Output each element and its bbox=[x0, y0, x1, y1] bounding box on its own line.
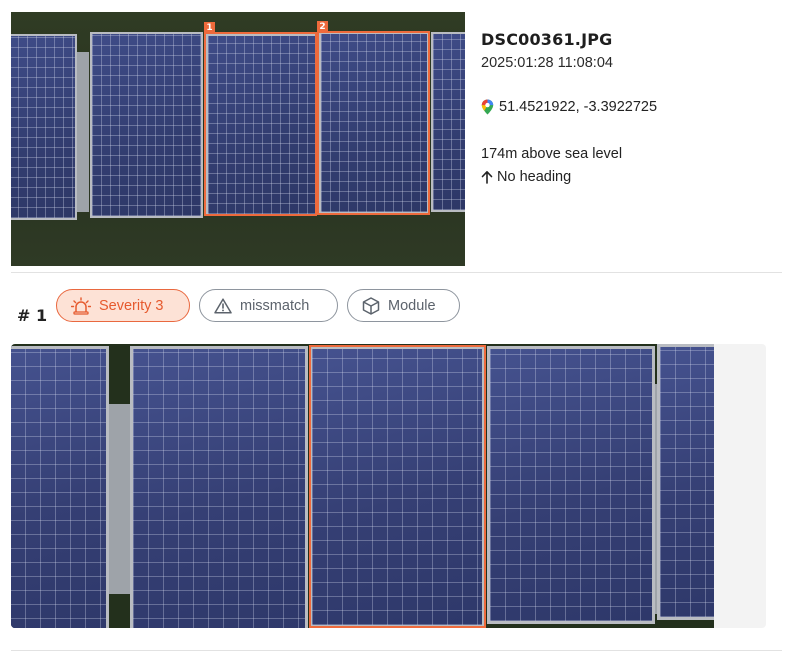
image-metadata: DSC00361.JPG 2025:01:28 11:08:04 51.4521… bbox=[481, 30, 781, 185]
category-label: Module bbox=[388, 297, 436, 314]
location-row[interactable]: 51.4521922, -3.3922725 bbox=[481, 99, 657, 115]
warning-triangle-icon bbox=[214, 297, 232, 314]
detection-box-label: 1 bbox=[204, 22, 215, 34]
map-pin-icon bbox=[481, 99, 494, 115]
coordinates-text: 51.4521922, -3.3922725 bbox=[499, 99, 658, 115]
solar-panel bbox=[130, 346, 308, 628]
cube-icon bbox=[362, 296, 380, 315]
severity-chip[interactable]: Severity 3 bbox=[56, 289, 190, 322]
solar-panel bbox=[11, 346, 109, 628]
severity-label: Severity 3 bbox=[99, 297, 164, 314]
solar-panel bbox=[657, 344, 714, 620]
altitude-text: 174m above sea level bbox=[481, 146, 623, 162]
heading-row: No heading bbox=[481, 169, 571, 185]
solar-panel bbox=[431, 32, 465, 212]
issue-type-label: missmatch bbox=[240, 297, 310, 314]
image-thumbnail[interactable]: 1 2 bbox=[11, 12, 465, 266]
image-timestamp: 2025:01:28 11:08:04 bbox=[481, 55, 613, 71]
mount-rail bbox=[77, 52, 89, 212]
solar-panel bbox=[90, 32, 203, 218]
alarm-siren-icon bbox=[71, 296, 91, 315]
solar-panel bbox=[11, 34, 77, 220]
detection-index: # 1 bbox=[17, 306, 48, 325]
category-chip[interactable]: Module bbox=[347, 289, 460, 322]
detection-box-2[interactable]: 2 bbox=[317, 21, 430, 215]
detection-box-label: 2 bbox=[317, 21, 328, 33]
divider bbox=[11, 272, 782, 273]
heading-text: No heading bbox=[497, 169, 572, 185]
image-filename: DSC00361.JPG bbox=[481, 30, 613, 49]
arrow-up-icon bbox=[481, 170, 493, 184]
issue-type-chip[interactable]: missmatch bbox=[199, 289, 338, 322]
detection-box[interactable] bbox=[309, 345, 486, 628]
divider bbox=[11, 650, 782, 651]
crop-image bbox=[11, 344, 714, 628]
detection-box-1[interactable]: 1 bbox=[204, 22, 317, 216]
solar-panel bbox=[487, 346, 655, 624]
detection-crop[interactable] bbox=[11, 344, 766, 628]
